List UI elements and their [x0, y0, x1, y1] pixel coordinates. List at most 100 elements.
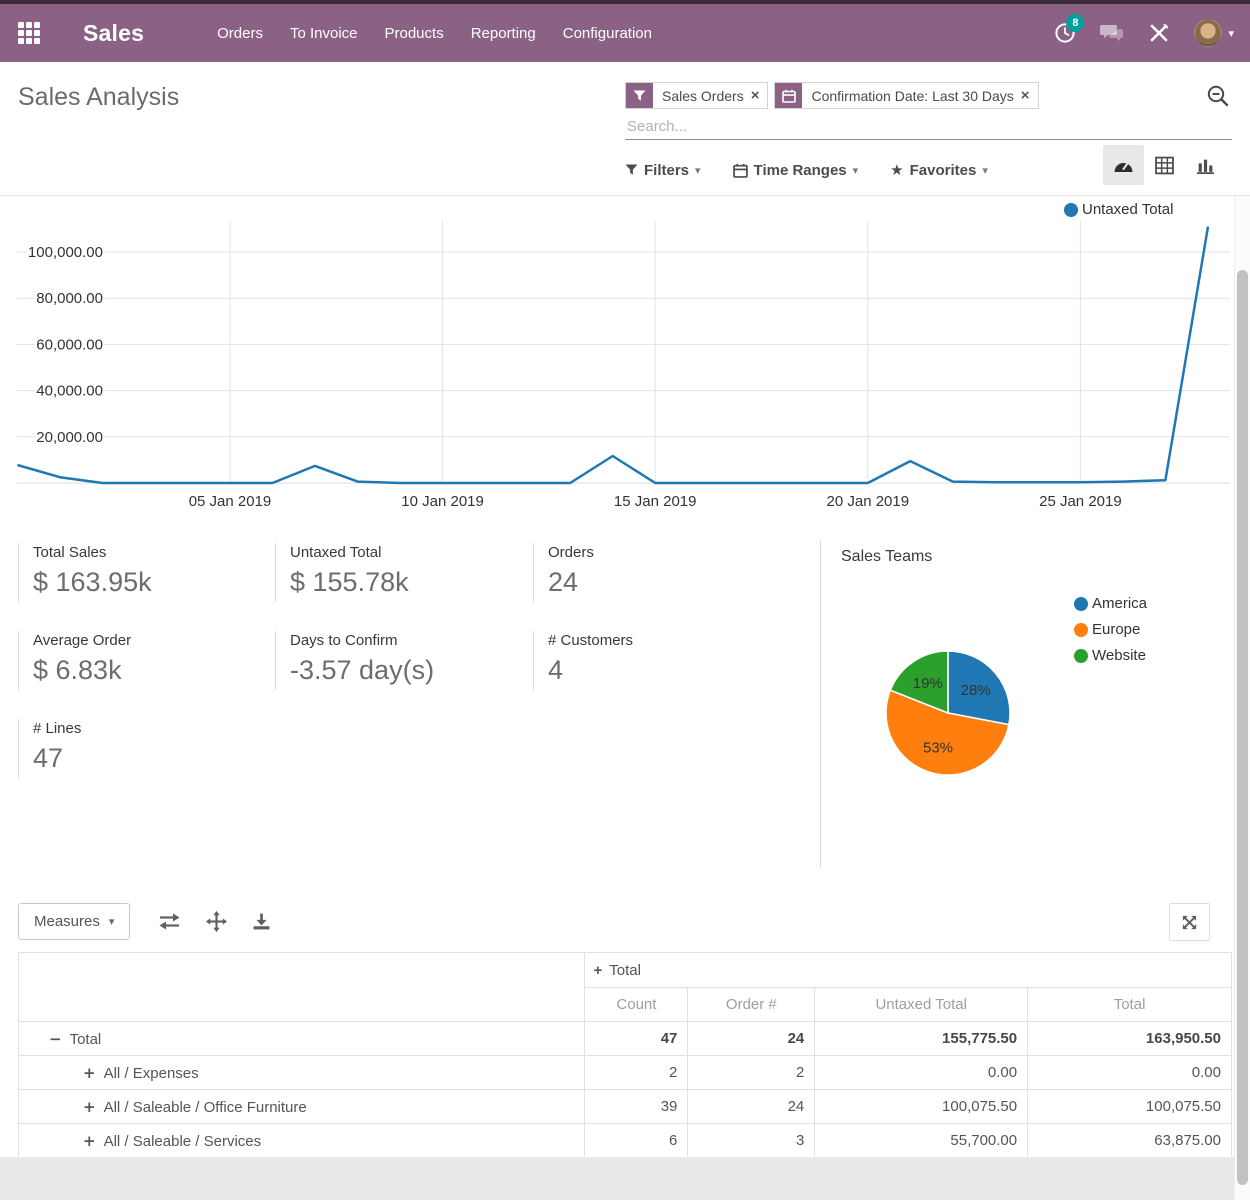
- fullscreen-button[interactable]: [1169, 903, 1210, 941]
- plus-icon: +: [593, 962, 602, 979]
- cell-untaxed: 155,775.50: [815, 1022, 1028, 1056]
- expand-icon[interactable]: +: [83, 1132, 96, 1150]
- facet-confirmation-date[interactable]: Confirmation Date: Last 30 Days ×: [774, 82, 1038, 109]
- page-footer-background: [0, 1157, 1250, 1200]
- pivot-column-group-total[interactable]: +Total: [585, 953, 1232, 988]
- expand-icon[interactable]: +: [83, 1098, 96, 1116]
- svg-text:20,000.00: 20,000.00: [36, 429, 103, 446]
- bar-chart-icon: [1196, 156, 1215, 175]
- cell-order: 3: [688, 1124, 815, 1158]
- kpi-value: 24: [548, 567, 773, 598]
- tools-icon: [1148, 22, 1170, 44]
- tools-menu-button[interactable]: [1148, 22, 1170, 44]
- legend-item-website[interactable]: Website: [1074, 647, 1147, 664]
- favorites-dropdown[interactable]: ★ Favorites ▾: [890, 161, 988, 179]
- collapse-icon[interactable]: −: [49, 1030, 62, 1048]
- messages-menu-button[interactable]: [1100, 23, 1124, 43]
- control-panel: Sales Analysis Sales Orders ×: [0, 62, 1250, 196]
- svg-text:100,000.00: 100,000.00: [28, 244, 103, 261]
- navbar-right: 8 ▾: [1054, 19, 1234, 47]
- filters-dropdown[interactable]: Filters ▾: [625, 162, 701, 179]
- measures-dropdown[interactable]: Measures ▾: [18, 903, 130, 940]
- sales-teams-pie-chart[interactable]: 28%53%19%: [863, 628, 1033, 798]
- nav-item-to-invoice[interactable]: To Invoice: [290, 25, 358, 42]
- chat-icon: [1100, 23, 1124, 43]
- search-zone: Sales Orders × Confirmation Date: Last 3…: [625, 82, 1232, 140]
- nav-item-configuration[interactable]: Configuration: [563, 25, 652, 42]
- pivot-col-total[interactable]: Total: [1028, 988, 1232, 1022]
- expand-icon[interactable]: +: [83, 1064, 96, 1082]
- kpi-value: 4: [548, 655, 773, 686]
- cell-count: 6: [585, 1124, 688, 1158]
- sales-teams-title: Sales Teams: [841, 548, 932, 566]
- pivot-toolbar: Measures ▾: [18, 903, 1232, 941]
- filter-icon: [625, 164, 638, 176]
- svg-text:25 Jan 2019: 25 Jan 2019: [1039, 493, 1122, 510]
- apps-grid-icon: [18, 22, 44, 44]
- legend-item-europe[interactable]: Europe: [1074, 621, 1147, 638]
- user-avatar: [1194, 19, 1222, 47]
- pivot-row-services[interactable]: +All / Saleable / Services: [19, 1124, 585, 1158]
- pivot-row-expenses[interactable]: +All / Expenses: [19, 1056, 585, 1090]
- filter-icon: [626, 83, 653, 108]
- legend-dot: [1074, 623, 1088, 637]
- svg-text:60,000.00: 60,000.00: [36, 336, 103, 353]
- chevron-down-icon: ▾: [982, 165, 988, 176]
- nav-item-reporting[interactable]: Reporting: [471, 25, 536, 42]
- pivot-row-total[interactable]: −Total: [19, 1022, 585, 1056]
- sales-line-chart-panel: Untaxed Total 20,000.00 40,000.00 60,000.0…: [0, 196, 1250, 524]
- svg-text:80,000.00: 80,000.00: [36, 290, 103, 307]
- cell-order: 2: [688, 1056, 815, 1090]
- user-menu-button[interactable]: ▾: [1194, 19, 1234, 47]
- pivot-table-icon: [1155, 156, 1174, 175]
- pivot-view-button[interactable]: [1144, 145, 1185, 185]
- line-chart-legend[interactable]: Untaxed Total: [1064, 201, 1173, 218]
- kpi-average-order: Average Order $ 6.83k: [18, 631, 258, 690]
- vertical-scrollbar[interactable]: [1234, 196, 1250, 1200]
- scrollbar-thumb[interactable]: [1237, 270, 1248, 1185]
- legend-label: Untaxed Total: [1082, 201, 1173, 218]
- app-name[interactable]: Sales: [83, 20, 144, 47]
- facet-sales-orders[interactable]: Sales Orders ×: [625, 82, 768, 109]
- activity-badge: 8: [1066, 14, 1084, 32]
- page-title: Sales Analysis: [18, 83, 179, 112]
- time-ranges-dropdown[interactable]: Time Ranges ▾: [733, 162, 859, 179]
- cell-untaxed: 0.00: [815, 1056, 1028, 1090]
- pivot-row-office-furniture[interactable]: +All / Saleable / Office Furniture: [19, 1090, 585, 1124]
- cell-order: 24: [688, 1022, 815, 1056]
- svg-text:40,000.00: 40,000.00: [36, 383, 103, 400]
- cell-total: 0.00: [1028, 1056, 1232, 1090]
- cell-total: 100,075.50: [1028, 1090, 1232, 1124]
- kpi-value: $ 163.95k: [33, 567, 258, 598]
- line-chart[interactable]: 20,000.00 40,000.00 60,000.00 80,000.00 100,…: [0, 196, 1250, 524]
- svg-text:28%: 28%: [961, 682, 991, 699]
- cell-count: 2: [585, 1056, 688, 1090]
- facet-remove-icon[interactable]: ×: [1021, 83, 1038, 108]
- kpi-lines: # Lines 47: [18, 719, 258, 778]
- pivot-col-untaxed-total[interactable]: Untaxed Total: [815, 988, 1028, 1022]
- search-options-magnifier-icon[interactable]: [1206, 84, 1230, 111]
- kpi-value: 47: [33, 743, 258, 774]
- legend-dot: [1074, 597, 1088, 611]
- kpi-label: # Customers: [548, 632, 773, 649]
- table-row: +All / Saleable / Office Furniture 39 24…: [19, 1090, 1232, 1124]
- apps-menu-button[interactable]: [18, 20, 44, 46]
- search-input[interactable]: [625, 112, 1232, 140]
- kpi-customers: # Customers 4: [533, 631, 773, 690]
- legend-item-america[interactable]: America: [1074, 595, 1147, 612]
- facet-remove-icon[interactable]: ×: [751, 83, 768, 108]
- activity-menu-button[interactable]: 8: [1054, 22, 1076, 44]
- dashboard-view-button[interactable]: [1103, 145, 1144, 185]
- download-xlsx-button[interactable]: [252, 912, 271, 931]
- search-facets: Sales Orders × Confirmation Date: Last 3…: [625, 82, 1232, 109]
- nav-item-orders[interactable]: Orders: [217, 25, 263, 42]
- calendar-icon: [733, 163, 748, 178]
- nav-item-products[interactable]: Products: [385, 25, 444, 42]
- flip-axis-button[interactable]: [158, 913, 181, 930]
- arrows-move-icon: [206, 911, 227, 932]
- pivot-col-count[interactable]: Count: [585, 988, 688, 1022]
- expand-all-button[interactable]: [206, 911, 227, 932]
- chevron-down-icon: ▾: [695, 165, 701, 176]
- pivot-col-order[interactable]: Order #: [688, 988, 815, 1022]
- graph-view-button[interactable]: [1185, 145, 1226, 185]
